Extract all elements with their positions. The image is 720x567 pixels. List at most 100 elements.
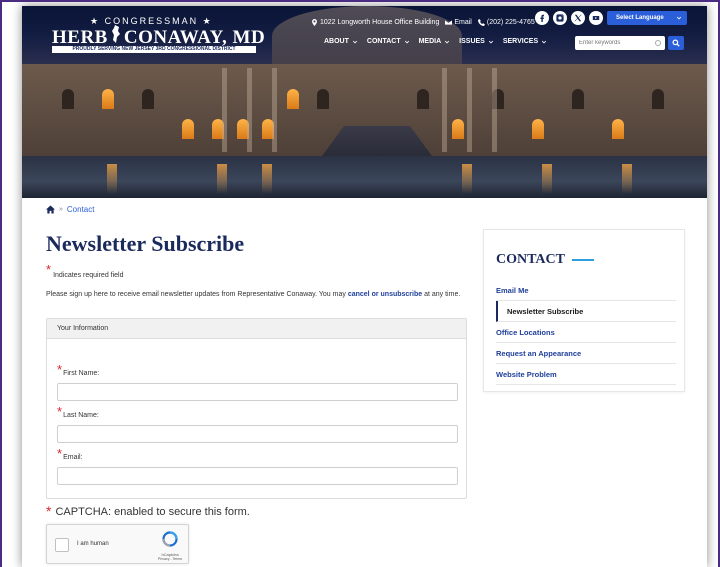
sidebar-title-text: CONTACT [496,252,565,267]
breadcrumb-separator: » [59,206,63,213]
page: ★ CONGRESSMAN ★ HERB CONAWAY, MD PROUDLY… [22,6,707,567]
captcha-logo-icon [162,531,178,547]
chevron-down-icon [542,40,547,43]
email-link[interactable]: Email [445,19,472,26]
hero-column [442,68,447,152]
sidebar-title: CONTACT [496,252,594,268]
home-icon[interactable] [46,205,55,214]
browser-frame: ★ CONGRESSMAN ★ HERB CONAWAY, MD PROUDLY… [0,0,720,567]
language-select[interactable]: Select Language [607,11,687,25]
intro-text: Please sign up here to receive email new… [46,291,346,298]
email-text: Email [454,18,472,26]
hero-window [62,89,74,109]
search-clear-icon [655,40,661,46]
youtube-icon[interactable] [589,11,603,25]
sidebar-item-request-appearance[interactable]: Request an Appearance [496,343,676,364]
sidebar-item-email-me[interactable]: Email Me [496,280,676,301]
nav-issues[interactable]: ISSUES [459,38,494,45]
sidebar-list: Email Me Newsletter Subscribe Office Loc… [496,280,676,385]
site-logo[interactable]: ★ CONGRESSMAN ★ HERB CONAWAY, MD PROUDLY… [52,16,265,53]
nav-label: ABOUT [324,38,349,45]
required-note-text: Indicates required field [53,272,124,279]
page-title: Newsletter Subscribe [46,231,245,256]
intro-tail: at any time. [424,291,461,298]
nav-about[interactable]: ABOUT [324,38,358,45]
email-label: * Email: [57,446,83,461]
hero-window [102,89,114,109]
hero-window [612,119,624,139]
chevron-down-icon [676,16,682,20]
hero-column [467,68,472,152]
email-field[interactable] [57,467,458,485]
intro-paragraph: Please sign up here to receive email new… [46,290,476,300]
breadcrumb-current[interactable]: Contact [67,205,95,214]
main-nav: ABOUT CONTACT MEDIA ISSUES SERVICES [324,38,547,45]
hero-reflection [542,164,552,194]
email-label-text: Email: [63,454,83,461]
captcha-label-text: CAPTCHA: enabled to secure this form. [55,506,250,518]
map-pin-icon [312,18,317,26]
search-input[interactable] [579,37,655,49]
required-asterisk: * [46,503,52,519]
your-information-fieldset: Your Information * First Name: * Last Na… [46,318,467,499]
hero-column [272,68,277,152]
nav-media[interactable]: MEDIA [419,38,451,45]
nav-contact[interactable]: CONTACT [367,38,410,45]
sidebar-item-office-locations[interactable]: Office Locations [496,322,676,343]
hero-window [652,89,664,109]
hero-column [222,68,227,152]
required-asterisk: * [57,404,63,419]
captcha-label: * CAPTCHA: enabled to secure this form. [46,503,250,519]
chevron-down-icon [488,40,493,43]
first-name-field[interactable] [57,383,458,401]
phone-icon [477,18,485,26]
hero-window [142,89,154,109]
logo-tagline: PROUDLY SERVING NEW JERSEY 3RD CONGRESSI… [52,46,256,53]
address-text: 1022 Longworth House Office Building [320,18,440,26]
facebook-icon[interactable] [535,11,549,25]
instagram-icon[interactable] [553,11,567,25]
nav-label: ISSUES [459,38,485,45]
hero-banner: ★ CONGRESSMAN ★ HERB CONAWAY, MD PROUDLY… [22,6,707,198]
x-icon[interactable] [571,11,585,25]
sidebar-item-newsletter-subscribe[interactable]: Newsletter Subscribe [496,301,676,322]
search-box [575,36,665,50]
hero-window [417,89,429,109]
captcha-links[interactable]: Privacy - Terms [155,557,185,561]
sidebar-item-website-problem[interactable]: Website Problem [496,364,676,385]
hero-column [247,68,252,152]
nav-services[interactable]: SERVICES [503,38,547,45]
first-name-label-text: First Name: [63,370,100,377]
hero-window [317,89,329,109]
nav-label: MEDIA [418,38,442,45]
nav-label: CONTACT [366,38,401,45]
hero-window [452,119,464,139]
captcha-checkbox[interactable] [55,538,69,552]
hero-window [182,119,194,139]
envelope-icon [445,19,453,25]
hero-reflection [217,164,227,194]
captcha-text: I am human [77,541,109,547]
required-asterisk: * [57,446,63,461]
phone-link[interactable]: (202) 225-4765 [477,18,535,26]
unsubscribe-link[interactable]: cancel or unsubscribe [348,291,422,298]
search-icon [672,39,680,47]
last-name-field[interactable] [57,425,458,443]
hero-window [572,89,584,109]
search-button[interactable] [668,36,684,50]
required-note: * Indicates required field [46,262,124,279]
contact-sidebar: CONTACT Email Me Newsletter Subscribe Of… [483,229,685,392]
hero-plaza [22,156,707,198]
nav-label: SERVICES [502,38,539,45]
required-asterisk: * [46,262,52,277]
required-asterisk: * [57,362,63,377]
chevron-down-icon [352,40,357,43]
chevron-down-icon [445,40,450,43]
hero-reflection [622,164,632,194]
captcha-widget: I am human hCaptcha Privacy - Terms [46,524,189,564]
last-name-label-text: Last Name: [63,412,99,419]
social-links [535,11,603,25]
hero-reflection [262,164,272,194]
fieldset-legend: Your Information [47,319,466,339]
address-link[interactable]: 1022 Longworth House Office Building [311,18,440,26]
